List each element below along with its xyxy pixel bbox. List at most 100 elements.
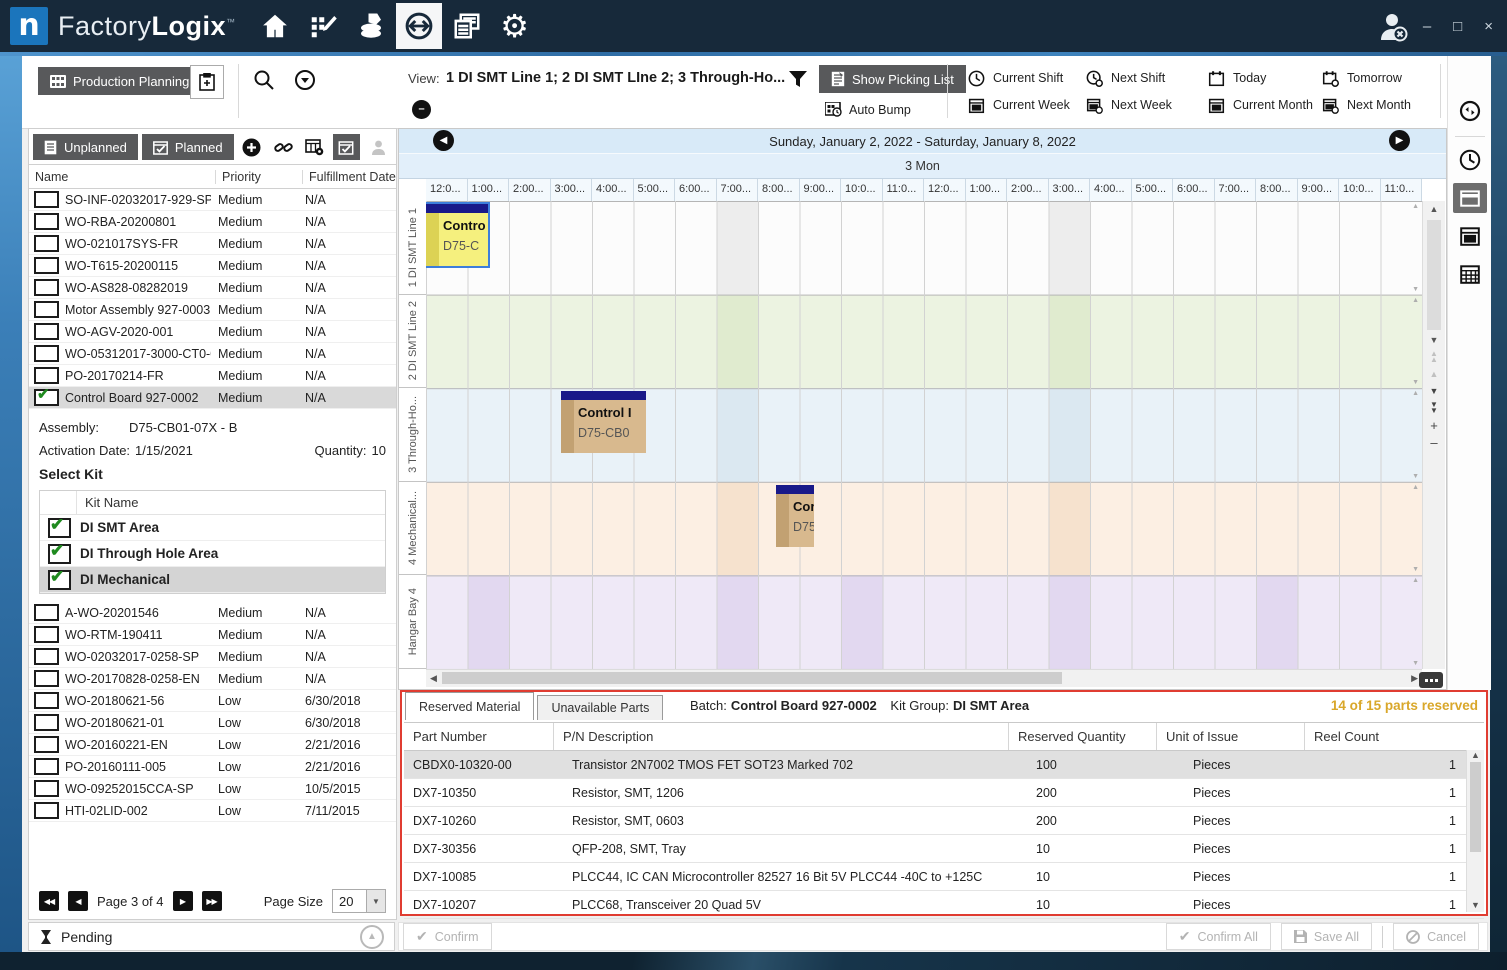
tab-reserved-material[interactable]: Reserved Material	[405, 692, 534, 720]
row-scroll-up-icon[interactable]: ▲	[1412, 297, 1419, 304]
confirm-all-button[interactable]: ✔Confirm All	[1166, 923, 1271, 950]
kit-checkbox[interactable]: ✔	[48, 544, 71, 564]
part-row[interactable]: DX7-10260 Resistor, SMT, 0603 200 Pieces…	[404, 807, 1484, 835]
next-month-button[interactable]: Next Month	[1322, 93, 1411, 117]
close-button[interactable]: ×	[1484, 18, 1493, 35]
gantt-row[interactable]: ▲▼	[426, 295, 1422, 389]
row-scroll-up-icon[interactable]: ▲	[1412, 203, 1419, 210]
production-planning-icon[interactable]	[300, 3, 346, 49]
work-order-checkbox[interactable]: ✔	[34, 736, 59, 753]
gantt-row[interactable]: ▲▼	[426, 201, 1422, 295]
keyboard-icon[interactable]	[1419, 672, 1443, 688]
scroll-up-icon[interactable]: ▲	[1423, 201, 1445, 218]
kit-row[interactable]: ✔ DI Through Hole Area	[40, 541, 385, 567]
part-row[interactable]: DX7-30356 QFP-208, SMT, Tray 10 Pieces 1	[404, 835, 1484, 863]
day-view-icon[interactable]	[1453, 183, 1487, 213]
page-size-select[interactable]: 20 ▼	[332, 889, 386, 913]
kit-row[interactable]: ✔ DI Mechanical	[40, 567, 385, 593]
exchange-icon[interactable]	[396, 3, 442, 49]
work-order-checkbox[interactable]: ✔	[34, 213, 59, 230]
column-priority[interactable]: Priority	[216, 170, 303, 184]
view-value[interactable]: 1 DI SMT Line 1; 2 DI SMT LIne 2; 3 Thro…	[446, 70, 785, 86]
work-order-checkbox[interactable]: ✔	[34, 626, 59, 643]
month-view-icon[interactable]	[1453, 259, 1487, 289]
user-signed-out-icon[interactable]	[1375, 8, 1411, 44]
shift-view-icon[interactable]	[1453, 145, 1487, 175]
part-row[interactable]: CBDX0-10320-00 Transistor 2N7002 TMOS FE…	[404, 751, 1484, 779]
work-order-row[interactable]: ✔ WO-02032017-0258-SP Medium N/A	[29, 646, 396, 668]
home-icon[interactable]	[252, 3, 298, 49]
work-order-checkbox[interactable]: ✔	[34, 301, 59, 318]
gantt-bar[interactable]: ControD75-C	[426, 204, 488, 266]
minimize-button[interactable]: –	[1423, 18, 1431, 35]
confirm-button[interactable]: ✔Confirm	[403, 923, 492, 950]
kit-checkbox[interactable]: ✔	[48, 518, 71, 538]
row-scroll-down-icon[interactable]: ▼	[1412, 286, 1419, 293]
work-order-row[interactable]: ✔ A-WO-20201546 Medium N/A	[29, 602, 396, 624]
work-order-row[interactable]: ✔ PO-20170214-FR Medium N/A	[29, 365, 396, 387]
column-reel-count[interactable]: Reel Count	[1305, 729, 1484, 744]
cancel-button[interactable]: Cancel	[1393, 923, 1479, 950]
gantt-row[interactable]: ▲▼	[426, 575, 1422, 669]
work-order-row[interactable]: ✔ WO-20160221-EN Low 2/21/2016	[29, 734, 396, 756]
documents-icon[interactable]	[444, 3, 490, 49]
week-view-icon[interactable]	[1453, 221, 1487, 251]
zoom-top-icon[interactable]: ▲▲	[1423, 349, 1445, 366]
scrollbar-thumb[interactable]	[442, 672, 1062, 684]
scrollbar-thumb[interactable]	[1427, 220, 1441, 330]
previous-period-icon[interactable]: ◀	[433, 130, 454, 151]
row-scroll-down-icon[interactable]: ▼	[1412, 473, 1419, 480]
zoom-in-icon[interactable]: +	[1423, 417, 1445, 434]
work-order-row[interactable]: ✔ WO-20170828-0258-EN Medium N/A	[29, 668, 396, 690]
work-order-row[interactable]: ✔ WO-20180621-01 Low 6/30/2018	[29, 712, 396, 734]
work-order-row[interactable]: ✔ WO-AS828-08282019 Medium N/A	[29, 277, 396, 299]
page-up-icon[interactable]: ▲	[1423, 366, 1445, 383]
parts-vertical-scrollbar[interactable]: ▲ ▼	[1466, 750, 1484, 912]
goto-icon[interactable]	[294, 69, 316, 91]
schedule-mode-icon[interactable]	[333, 134, 361, 160]
scroll-down-icon[interactable]: ▼	[1423, 332, 1445, 349]
work-order-checkbox[interactable]: ✔	[34, 323, 59, 340]
tab-planned[interactable]: Planned	[142, 134, 234, 160]
work-order-checkbox[interactable]: ✔	[34, 780, 59, 797]
search-icon[interactable]	[253, 69, 275, 91]
work-order-checkbox[interactable]: ✔	[34, 604, 59, 621]
work-order-row[interactable]: ✔ WO-RBA-20200801 Medium N/A	[29, 211, 396, 233]
gantt-row[interactable]: ▲▼	[426, 482, 1422, 576]
show-picking-list-button[interactable]: Show Picking List	[819, 65, 966, 93]
assign-person-icon[interactable]	[364, 134, 392, 160]
row-scroll-up-icon[interactable]: ▲	[1412, 484, 1419, 491]
batch-clipboard-button[interactable]	[190, 65, 224, 99]
maximize-button[interactable]: □	[1453, 18, 1462, 35]
column-reserved-quantity[interactable]: Reserved Quantity	[1009, 723, 1157, 750]
scroll-up-icon[interactable]: ▲	[1467, 750, 1484, 760]
column-unit-of-issue[interactable]: Unit of Issue	[1157, 723, 1305, 750]
work-order-checkbox[interactable]: ✔	[34, 235, 59, 252]
scroll-left-icon[interactable]: ◀	[430, 673, 437, 684]
work-order-row[interactable]: ✔ WO-T615-20200115 Medium N/A	[29, 255, 396, 277]
auto-bump-button[interactable]: Auto Bump	[825, 102, 911, 117]
work-order-checkbox[interactable]: ✔	[34, 714, 59, 731]
refresh-icon[interactable]	[1453, 96, 1487, 126]
part-row[interactable]: DX7-10085 PLCC44, IC CAN Microcontroller…	[404, 863, 1484, 891]
tomorrow-button[interactable]: Tomorrow	[1322, 66, 1402, 90]
column-description[interactable]: P/N Description	[554, 723, 1009, 750]
column-fulfillment-date[interactable]: Fulfillment Date	[303, 170, 396, 184]
work-order-row[interactable]: ✔ PO-20160111-005 Low 2/21/2016	[29, 756, 396, 778]
work-order-checkbox[interactable]: ✔	[34, 257, 59, 274]
zoom-bottom-icon[interactable]: ▼▼	[1423, 400, 1445, 417]
work-order-row[interactable]: ✔ WO-021017SYS-FR Medium N/A	[29, 233, 396, 255]
work-order-checkbox[interactable]: ✔	[34, 758, 59, 775]
scroll-right-icon[interactable]: ▶	[1411, 673, 1418, 684]
first-page-button[interactable]: ◀◀	[39, 891, 59, 911]
work-order-checkbox[interactable]: ✔	[34, 191, 59, 208]
tab-unplanned[interactable]: Unplanned	[33, 134, 138, 160]
gantt-bar[interactable]: CorD75	[776, 485, 814, 547]
work-order-row[interactable]: ✔ WO-09252015CCA-SP Low 10/5/2015	[29, 778, 396, 800]
page-down-icon[interactable]: ▼	[1423, 383, 1445, 400]
tab-unavailable-parts[interactable]: Unavailable Parts	[537, 695, 663, 720]
row-scroll-down-icon[interactable]: ▼	[1412, 566, 1419, 573]
table-settings-icon[interactable]	[301, 134, 329, 160]
settings-gear-icon[interactable]: ⚙	[492, 3, 538, 49]
work-order-checkbox[interactable]: ✔	[34, 345, 59, 362]
